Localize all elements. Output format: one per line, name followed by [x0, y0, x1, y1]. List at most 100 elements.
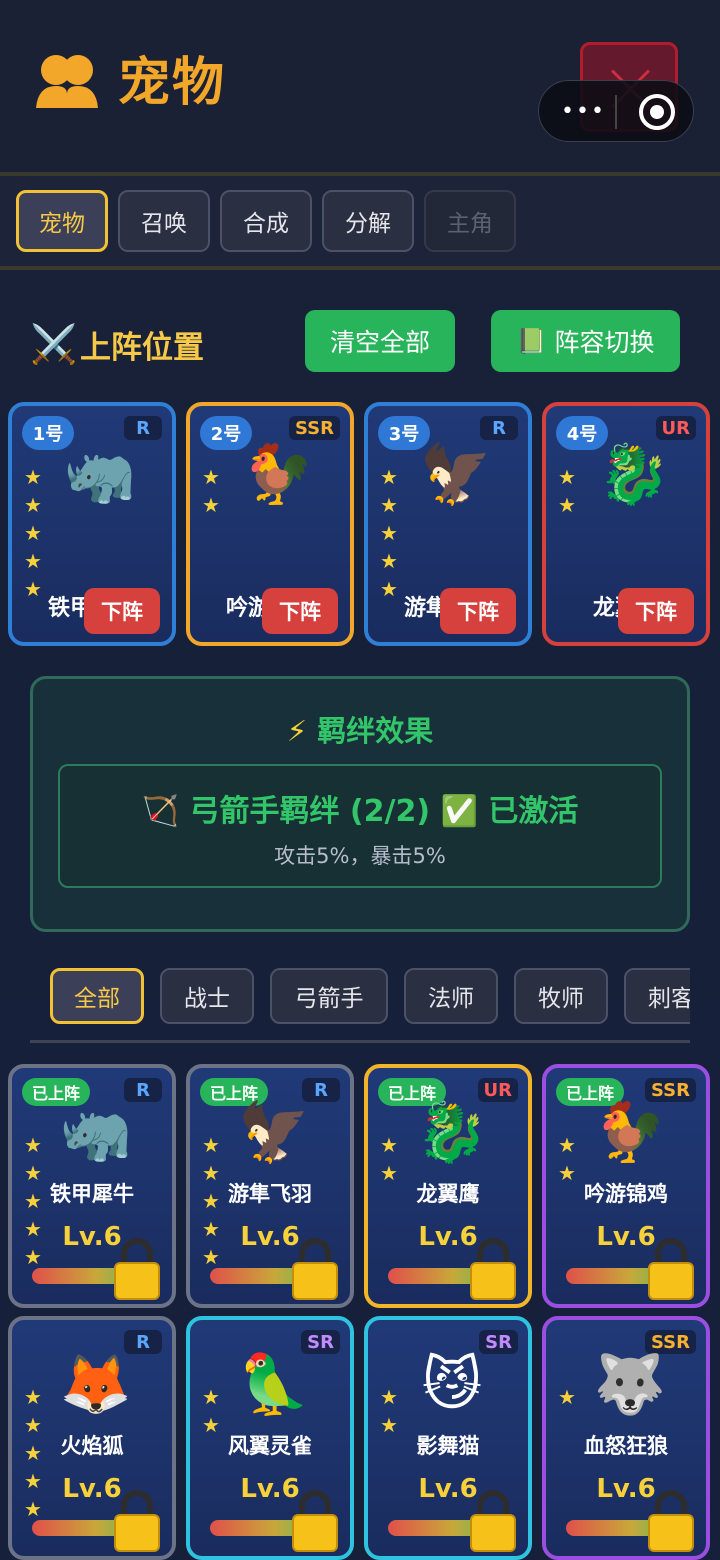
remove-from-lineup-button[interactable]: 下阵	[262, 588, 338, 634]
bow-arrow-icon: 🏹	[141, 794, 180, 829]
star-icon: ★	[24, 465, 42, 489]
star-icon: ★	[558, 465, 576, 489]
pet-avatar: 🦜	[237, 1350, 311, 1418]
star-icon: ★	[24, 1385, 42, 1409]
pet-name: 风翼灵雀	[228, 1434, 312, 1458]
pet-card[interactable]: 已上阵 R ★ ★ ★ ★ ★ 🦅 游隼飞羽 Lv.6	[186, 1064, 354, 1308]
book-icon: 📗	[516, 327, 547, 355]
check-icon: ✅	[440, 794, 478, 829]
star-icon: ★	[558, 493, 576, 517]
filter-0[interactable]: 全部	[50, 968, 144, 1024]
tab-2[interactable]: 合成	[220, 190, 312, 252]
lineup-slot[interactable]: 2号SSR★★🐓吟游锦鸡下阵	[186, 402, 354, 646]
bond-name: 🏹 弓箭手羁绊 (2/2) ✅ 已激活	[141, 794, 579, 829]
star-icon: ★	[380, 1385, 398, 1409]
lineup-title: 上阵位置	[80, 330, 204, 366]
pet-card[interactable]: SR ★ ★ 😼 影舞猫 Lv.6	[364, 1316, 532, 1560]
star-icon: ★	[24, 549, 42, 573]
star-icon: ★	[380, 549, 398, 573]
pet-avatar: 🦅	[237, 1098, 311, 1166]
bond-title: ⚡ 羁绊效果	[286, 714, 434, 748]
pet-name: 铁甲犀牛	[50, 1182, 134, 1206]
bond-description: 攻击5%，暴击5%	[274, 844, 446, 868]
class-filter-bar: 全部 战士 弓箭手 法师 牧师 刺客	[30, 952, 690, 1042]
filter-divider	[30, 1040, 690, 1043]
lineup-slot[interactable]: 1号R★★★★★🦏铁甲犀牛下阵	[8, 402, 176, 646]
pet-avatar: 🐺	[593, 1350, 667, 1418]
lock-icon	[114, 1238, 160, 1300]
remove-from-lineup-button[interactable]: 下阵	[440, 588, 516, 634]
switch-lineup-label: 阵容切换	[554, 328, 655, 357]
star-rating: ★ ★	[380, 1386, 398, 1436]
tab-1[interactable]: 召唤	[118, 190, 210, 252]
pet-card[interactable]: 已上阵 SSR ★ ★ 🐓 吟游锦鸡 Lv.6	[542, 1064, 710, 1308]
star-icon: ★	[202, 465, 220, 489]
pet-card[interactable]: 已上阵 R ★ ★ ★ ★ ★ 🦏 铁甲犀牛 Lv.6	[8, 1064, 176, 1308]
star-rating: ★ ★	[202, 1386, 220, 1436]
pet-name: 吟游锦鸡	[584, 1182, 668, 1206]
remove-from-lineup-button[interactable]: 下阵	[84, 588, 160, 634]
pet-avatar: 🦊	[59, 1350, 133, 1418]
pet-avatar: 🦅	[419, 440, 493, 508]
switch-lineup-button[interactable]: 📗 阵容切换	[491, 310, 680, 372]
filter-2[interactable]: 弓箭手	[270, 968, 388, 1024]
lineup-slot[interactable]: 3号R★★★★★🦅游隼飞羽下阵	[364, 402, 532, 646]
page-title: 宠物	[118, 53, 227, 113]
star-rating: ★ ★	[202, 466, 220, 516]
tab-3[interactable]: 分解	[322, 190, 414, 252]
pet-avatar: 🐉	[415, 1098, 489, 1166]
pet-avatar: 🐓	[593, 1098, 667, 1166]
lock-icon	[292, 1238, 338, 1300]
lock-icon	[648, 1490, 694, 1552]
pet-card[interactable]: SR ★ ★ 🦜 风翼灵雀 Lv.6	[186, 1316, 354, 1560]
lineup-slot[interactable]: 4号UR★★🐉龙翼鹰下阵	[542, 402, 710, 646]
star-icon: ★	[202, 1133, 220, 1157]
pet-card[interactable]: R ★ ★ ★ ★ ★ 🦊 火焰狐 Lv.6	[8, 1316, 176, 1560]
lock-icon	[470, 1238, 516, 1300]
star-icon: ★	[24, 493, 42, 517]
star-icon: ★	[380, 1133, 398, 1157]
star-icon: ★	[380, 493, 398, 517]
pet-card[interactable]: SSR ★ 🐺 血怒狂狼 Lv.6	[542, 1316, 710, 1560]
star-rating: ★	[558, 1386, 576, 1408]
pet-avatar: 🦏	[63, 440, 137, 508]
clear-all-button[interactable]: 清空全部	[305, 310, 455, 372]
filter-4[interactable]: 牧师	[514, 968, 608, 1024]
pet-name: 火焰狐	[60, 1434, 124, 1458]
pet-name: 血怒狂狼	[584, 1434, 668, 1458]
pet-name: 游隼飞羽	[228, 1182, 312, 1206]
crossed-swords-icon: ⚔️	[30, 322, 78, 366]
exit-miniapp-icon[interactable]	[639, 94, 675, 130]
pet-avatar: 😼	[421, 1350, 483, 1418]
bond-status: 已激活	[488, 794, 579, 829]
star-icon: ★	[202, 493, 220, 517]
star-icon: ★	[558, 1385, 576, 1409]
star-icon: ★	[202, 1385, 220, 1409]
star-rating: ★ ★ ★ ★ ★	[380, 466, 398, 600]
lightning-icon: ⚡	[286, 714, 308, 748]
pet-name: 影舞猫	[416, 1434, 480, 1458]
tab-0[interactable]: 宠物	[16, 190, 108, 252]
filter-1[interactable]: 战士	[160, 968, 254, 1024]
star-rating: ★ ★	[558, 1134, 576, 1184]
star-icon: ★	[380, 521, 398, 545]
tab-4: 主角	[424, 190, 516, 252]
lock-icon	[292, 1490, 338, 1552]
miniapp-capsule[interactable]: •••	[538, 80, 694, 142]
remove-from-lineup-button[interactable]: 下阵	[618, 588, 694, 634]
star-icon: ★	[558, 1133, 576, 1157]
lock-icon	[114, 1490, 160, 1552]
tab-bar-divider	[0, 266, 720, 270]
pet-avatar: 🐓	[241, 440, 315, 508]
filter-5[interactable]: 刺客	[624, 968, 690, 1024]
star-rating: ★ ★ ★ ★ ★	[24, 466, 42, 600]
pet-card[interactable]: 已上阵 UR ★ ★ 🐉 龙翼鹰 Lv.6	[364, 1064, 532, 1308]
star-rating: ★ ★	[558, 466, 576, 516]
pet-name: 龙翼鹰	[416, 1182, 480, 1206]
more-icon[interactable]: •••	[561, 99, 606, 124]
star-icon: ★	[24, 1133, 42, 1157]
filter-3[interactable]: 法师	[404, 968, 498, 1024]
star-rating: ★ ★	[380, 1134, 398, 1184]
pet-avatar: 🦏	[59, 1098, 133, 1166]
pet-avatar: 🐉	[597, 440, 671, 508]
